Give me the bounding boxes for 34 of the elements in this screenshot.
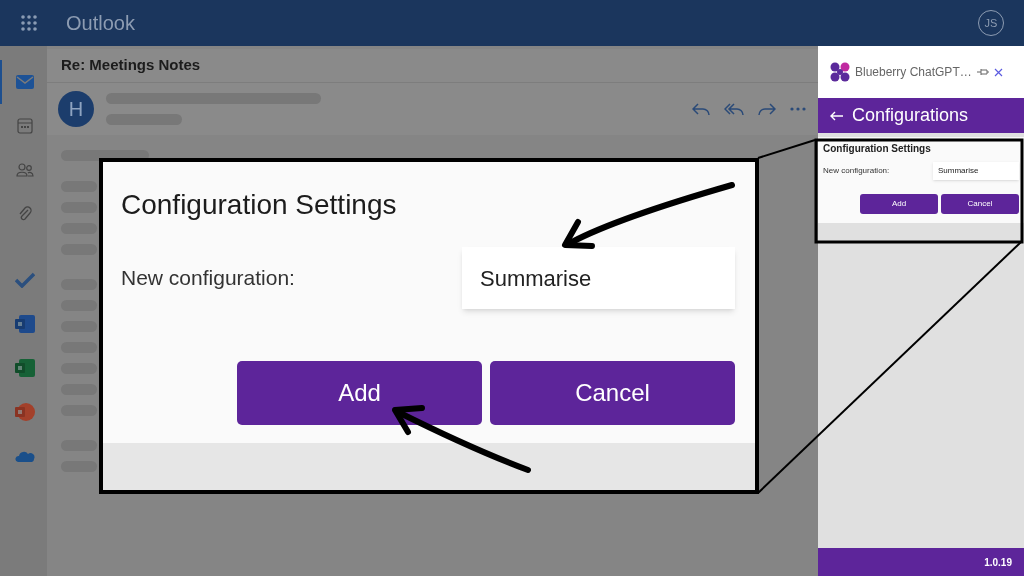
callout-cancel-button[interactable]: Cancel [490, 361, 735, 425]
callout-field-label: New configuration: [121, 265, 295, 292]
app-title: Outlook [66, 11, 135, 36]
configuration-field[interactable]: Summarise [933, 162, 1019, 180]
more-icon[interactable] [790, 107, 806, 111]
add-in-title: Blueberry ChatGPT… [855, 64, 972, 81]
callout-section-title: Configuration Settings [121, 188, 397, 222]
mail-icon [15, 75, 34, 89]
back-arrow-icon[interactable] [830, 110, 844, 121]
callout-add-button[interactable]: Add [237, 361, 482, 425]
reply-icon[interactable] [692, 102, 710, 116]
pin-icon[interactable] [976, 68, 989, 76]
sender-avatar: H [58, 91, 94, 127]
cloud-icon [14, 450, 35, 462]
email-subject: Re: Meetings Notes [61, 55, 201, 76]
close-icon[interactable] [993, 67, 1003, 77]
people-icon [15, 162, 34, 178]
powerpoint-app-icon [14, 403, 35, 421]
add-button[interactable]: Add [860, 194, 938, 214]
reply-all-icon[interactable] [724, 102, 744, 116]
cancel-button[interactable]: Cancel [941, 194, 1019, 214]
logo-icon [830, 62, 850, 82]
app-launcher-icon[interactable] [20, 14, 38, 32]
section-title: Configuration Settings [823, 142, 932, 156]
forward-icon[interactable] [758, 102, 776, 116]
version-label: 1.0.19 [984, 555, 1012, 570]
calendar-icon [16, 118, 33, 134]
word-app-icon [14, 315, 35, 333]
field-label: New configuration: [823, 165, 891, 177]
checkmark-icon [14, 272, 35, 288]
callout-configuration-field[interactable]: Summarise [462, 247, 735, 309]
page-title: Configurations [852, 104, 969, 127]
paperclip-icon [17, 206, 32, 222]
excel-app-icon [14, 359, 35, 377]
